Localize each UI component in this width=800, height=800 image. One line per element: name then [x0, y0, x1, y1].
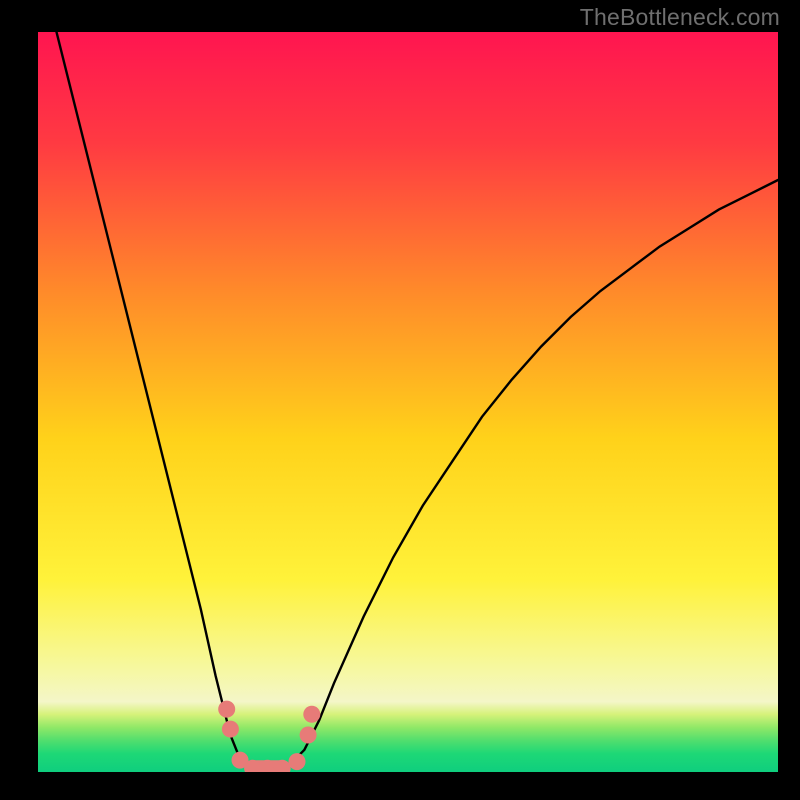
marker-dot: [259, 760, 276, 777]
marker-dot: [274, 760, 291, 777]
marker-dot: [222, 721, 239, 738]
chart-frame: TheBottleneck.com: [0, 0, 800, 800]
watermark-text: TheBottleneck.com: [580, 4, 780, 31]
marker-dot: [289, 753, 306, 770]
bottleneck-chart: [0, 0, 800, 800]
marker-dot: [300, 727, 317, 744]
marker-dot: [244, 760, 261, 777]
marker-dot: [303, 706, 320, 723]
marker-dot: [218, 701, 235, 718]
